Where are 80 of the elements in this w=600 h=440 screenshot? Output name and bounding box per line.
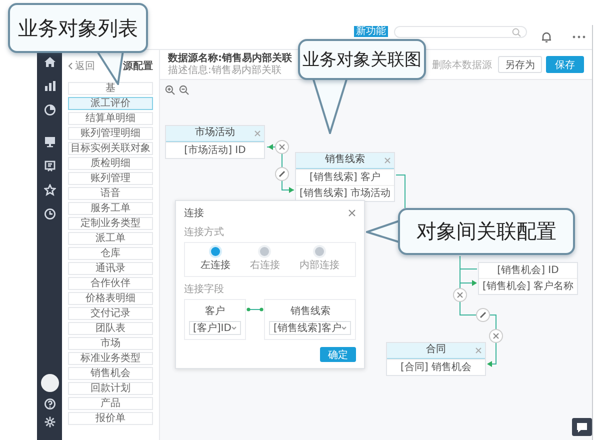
- star-icon[interactable]: [44, 184, 56, 196]
- object-list-item[interactable]: 派工评价: [68, 97, 153, 110]
- field-select[interactable]: [销售线索]客户: [269, 321, 352, 335]
- object-list-item[interactable]: 仓库: [68, 247, 153, 260]
- zoom-in-icon[interactable]: [165, 85, 175, 95]
- chat-button[interactable]: [572, 418, 592, 436]
- object-list-item[interactable]: 定制业务类型: [68, 217, 153, 230]
- object-field: [销售线索] 客户: [296, 169, 394, 185]
- save-button[interactable]: 保存: [546, 56, 584, 73]
- avatar[interactable]: [40, 374, 58, 392]
- zoom-out-icon[interactable]: [179, 85, 189, 95]
- remove-link-button[interactable]: [489, 329, 503, 343]
- object-list-item[interactable]: 市场: [68, 337, 153, 350]
- search-field[interactable]: [394, 26, 527, 38]
- chevron-left-icon: [68, 62, 73, 70]
- object-list-item[interactable]: 服务工单: [68, 202, 153, 215]
- object-field: [销售机会] 客户名称: [479, 278, 577, 294]
- object-list-item[interactable]: 账列管理: [68, 172, 153, 185]
- object-list-item[interactable]: 回款计划: [68, 382, 153, 395]
- close-icon[interactable]: [348, 209, 356, 217]
- object-list-item[interactable]: 派工单: [68, 232, 153, 245]
- object-node-title: 销售线索: [325, 153, 365, 167]
- data-source-description: 描述信息:销售易内部关联: [168, 64, 282, 76]
- callout: 对象间关联配置: [398, 208, 575, 255]
- callout: 业务对象关联图: [298, 39, 426, 80]
- data-source-name: 数据源名称:销售易内部关联: [168, 52, 292, 64]
- remove-link-button[interactable]: [453, 288, 467, 302]
- object-list-item[interactable]: 标准业务类型: [68, 352, 153, 365]
- object-list-item[interactable]: 团队表: [68, 322, 153, 335]
- field-select[interactable]: [客户]ID: [189, 321, 242, 335]
- caret-down-icon: [231, 326, 238, 330]
- connector-line: [487, 314, 496, 367]
- confirm-button[interactable]: 确定: [320, 347, 356, 362]
- object-list-item[interactable]: 质检明细: [68, 157, 153, 170]
- new-feature-badge: 新功能: [354, 26, 388, 37]
- object-list-item[interactable]: 交付记录: [68, 307, 153, 320]
- object-list-item[interactable]: 销售机会: [68, 367, 153, 380]
- back-link[interactable]: 返回: [68, 59, 95, 73]
- settings-icon[interactable]: [44, 416, 56, 428]
- object-list-item[interactable]: 目标实例关联对象: [68, 142, 153, 155]
- object-list-item[interactable]: 通讯录: [68, 262, 153, 275]
- edit-link-button[interactable]: [476, 308, 490, 322]
- search-icon: [512, 28, 521, 36]
- object-list-item[interactable]: 价格表明细: [68, 292, 153, 305]
- monitor-icon[interactable]: [44, 136, 56, 148]
- object-field: [销售机会] ID: [479, 263, 577, 278]
- remove-link-button[interactable]: [275, 140, 289, 154]
- pie-chart-icon[interactable]: [44, 104, 56, 116]
- object-list-item[interactable]: 语音: [68, 187, 153, 200]
- object-list-item[interactable]: 报价单: [68, 412, 153, 425]
- connector-line: [282, 180, 294, 193]
- object-list-item[interactable]: 产品: [68, 397, 153, 410]
- object-field: [合同] 销售机会: [387, 359, 485, 375]
- connector-line: [396, 174, 406, 208]
- object-list-item[interactable]: 结算单明细: [68, 112, 153, 125]
- object-list-item[interactable]: 合作伙伴: [68, 277, 153, 290]
- clock-icon[interactable]: [44, 208, 56, 220]
- bell-icon[interactable]: [541, 31, 552, 43]
- object-name: 销售线索: [290, 304, 330, 318]
- object-node-title: 合同: [426, 343, 446, 357]
- edit-link-button[interactable]: [275, 167, 289, 181]
- chat-icon: [576, 422, 588, 432]
- section-label: 连接字段: [184, 282, 225, 296]
- save-as-button[interactable]: 另存为: [498, 56, 542, 73]
- object-field: [市场活动] ID: [166, 142, 264, 158]
- home-icon[interactable]: [44, 56, 56, 68]
- join-type-option[interactable]: 左连接: [200, 247, 231, 272]
- caret-down-icon: [341, 326, 348, 330]
- object-name: 客户: [205, 304, 226, 318]
- link-line-icon: [246, 307, 264, 312]
- panel-title: 源配置: [123, 60, 153, 73]
- more-icon[interactable]: [572, 35, 586, 39]
- section-label: 连接方式: [184, 226, 225, 239]
- help-icon[interactable]: [44, 398, 56, 410]
- object-list-item[interactable]: 基: [68, 82, 153, 95]
- object-node-title: 市场活动: [195, 126, 235, 140]
- dialog-title: 连接: [184, 206, 204, 220]
- board-icon[interactable]: [44, 160, 56, 172]
- object-list-item[interactable]: 账列管理明细: [68, 127, 153, 140]
- bar-chart-icon[interactable]: [44, 80, 56, 92]
